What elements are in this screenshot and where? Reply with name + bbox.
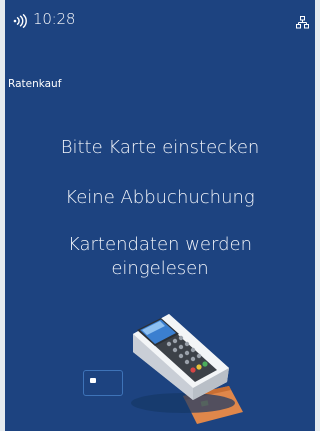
instruction-reading-line2: eingelesen (111, 258, 209, 279)
card-chip (90, 378, 96, 383)
network-icon (296, 16, 309, 29)
clock-time: 10:28 (33, 10, 76, 28)
payment-terminal-illustration (131, 314, 243, 424)
terminal-screen: 10:28 Ratenkauf Bitte Karte einstecken K… (5, 0, 315, 431)
instruction-no-debit: Keine Abbuchuchung (65, 187, 255, 208)
contactless-icon (13, 14, 27, 28)
instruction-reading-line1: Kartendaten werden (68, 234, 252, 255)
screen-title: Ratenkauf (8, 78, 62, 90)
instruction-insert-card: Bitte Karte einstecken (60, 137, 260, 158)
status-bar: 10:28 (5, 0, 315, 34)
terminal-body (133, 314, 229, 400)
